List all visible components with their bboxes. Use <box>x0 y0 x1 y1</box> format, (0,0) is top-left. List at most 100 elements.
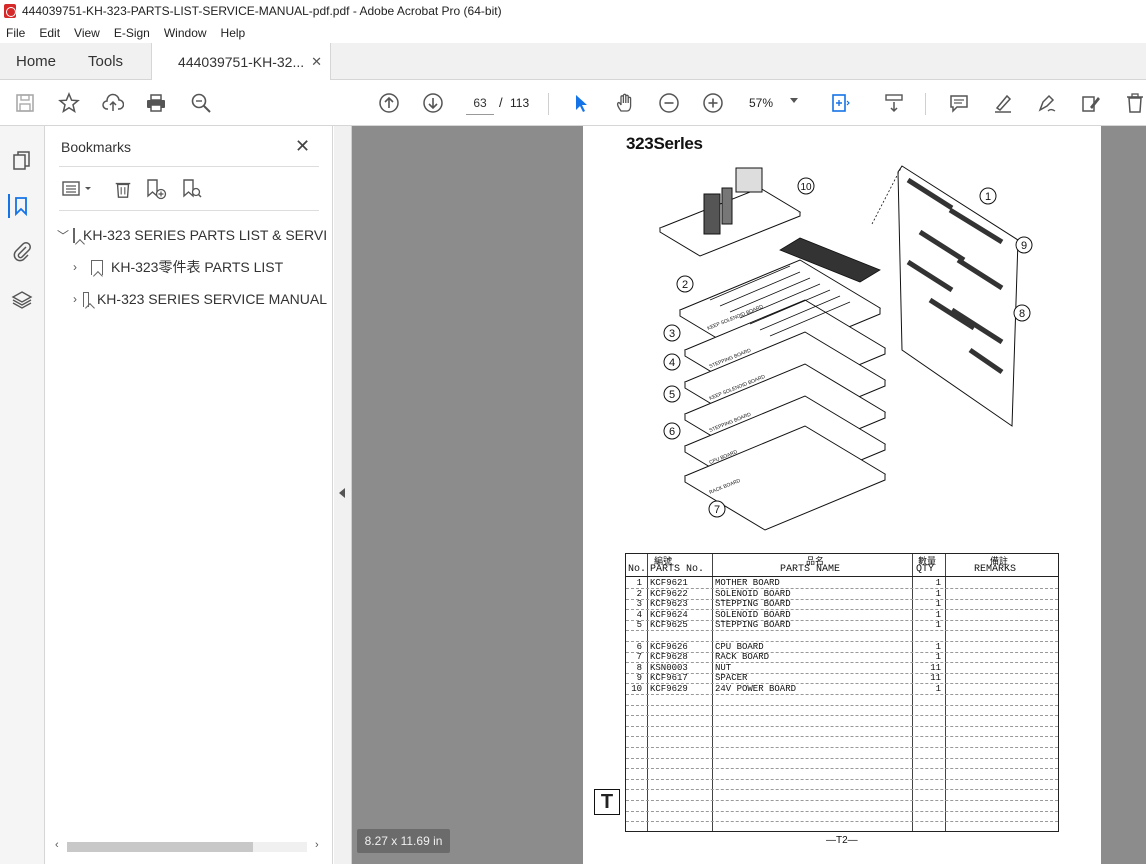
page-fit-icon[interactable] <box>828 91 852 115</box>
table-rule-line <box>626 736 1058 738</box>
tab-bar: Home Tools 444039751-KH-32... ✕ <box>0 43 1146 80</box>
sign-pen-icon[interactable] <box>1035 91 1059 115</box>
comment-icon[interactable] <box>947 91 971 115</box>
edit-pdf-icon[interactable] <box>1079 91 1103 115</box>
collapse-left-icon[interactable] <box>339 488 345 498</box>
header-remarks: REMARKS <box>974 564 1017 575</box>
cloud-upload-icon[interactable] <box>101 91 125 115</box>
zoom-out-icon[interactable] <box>657 91 681 115</box>
header-parts-name: PARTS NAME <box>780 564 841 575</box>
hand-tool-icon[interactable] <box>613 91 637 115</box>
bookmark-parts-list[interactable]: › KH-323零件表 PARTS LIST <box>73 256 327 278</box>
layers-icon[interactable] <box>10 288 34 312</box>
close-tab-icon[interactable]: ✕ <box>311 54 322 70</box>
highlight-pen-icon[interactable] <box>991 91 1015 115</box>
table-rule-line <box>626 651 1058 653</box>
save-icon[interactable] <box>13 91 37 115</box>
toolbar: 63 / 113 57% <box>0 80 1146 126</box>
close-panel-icon[interactable]: ✕ <box>295 136 310 157</box>
callout-8: 8 <box>1019 308 1025 320</box>
table-rule-line <box>626 715 1058 717</box>
bookmark-label: KH-323零件表 PARTS LIST <box>111 259 284 275</box>
table-rule-line <box>626 641 1058 642</box>
page-total: 113 <box>510 96 530 110</box>
table-rule-line <box>626 821 1058 823</box>
bookmark-icon <box>82 291 89 307</box>
table-rule-line <box>626 588 1058 589</box>
table-rule-line <box>626 789 1058 791</box>
callout-4: 4 <box>669 357 675 369</box>
previous-page-icon[interactable] <box>377 91 401 115</box>
zoom-level[interactable]: 57% <box>749 96 773 110</box>
scroll-right-arrow-icon[interactable]: › <box>315 839 319 851</box>
table-rule-line <box>626 609 1058 611</box>
menu-file[interactable]: File <box>6 26 25 40</box>
exploded-assembly-diagram: 1 2 3 4 5 6 7 8 9 10 KEEP SOLENOID BOARD… <box>658 165 1033 531</box>
new-bookmark-icon[interactable] <box>145 178 167 200</box>
callout-1: 1 <box>985 191 991 203</box>
table-rule-line <box>626 725 1058 727</box>
menu-window[interactable]: Window <box>164 26 207 40</box>
menu-view[interactable]: View <box>74 26 100 40</box>
scroll-left-arrow-icon[interactable]: ‹ <box>55 839 59 851</box>
panel-divider <box>59 166 319 167</box>
star-icon[interactable] <box>57 91 81 115</box>
callout-7: 7 <box>714 504 720 516</box>
delete-icon[interactable] <box>1123 91 1146 115</box>
title-bar: 444039751-KH-323-PARTS-LIST-SERVICE-MANU… <box>0 0 1146 22</box>
bookmarks-horizontal-scrollbar[interactable]: ‹ › <box>53 839 325 855</box>
zoom-search-icon[interactable] <box>189 91 213 115</box>
page-size-indicator: 8.27 x 11.69 in <box>357 829 450 853</box>
delete-bookmark-icon[interactable] <box>112 178 134 200</box>
zoom-in-icon[interactable] <box>701 91 725 115</box>
header-qty: QTY <box>916 564 935 575</box>
table-rule-line <box>626 768 1058 770</box>
tab-tools[interactable]: Tools <box>72 43 139 79</box>
tab-document[interactable]: 444039751-KH-32... ✕ <box>151 43 332 80</box>
zoom-dropdown-caret[interactable] <box>790 98 798 103</box>
chevron-right-icon[interactable]: › <box>73 260 87 274</box>
bookmark-root[interactable]: ﹀ KH-323 SERIES PARTS LIST & SERVICE MAN… <box>57 224 327 246</box>
window-title: 444039751-KH-323-PARTS-LIST-SERVICE-MANU… <box>22 4 502 18</box>
scrolling-mode-icon[interactable] <box>882 91 906 115</box>
table-rule-line <box>626 598 1058 600</box>
chevron-down-icon[interactable]: ﹀ <box>57 227 69 244</box>
chevron-right-icon[interactable]: › <box>73 292 79 306</box>
menu-edit[interactable]: Edit <box>39 26 60 40</box>
toolbar-divider-2 <box>925 93 926 115</box>
page-number-input[interactable]: 63 <box>466 91 494 115</box>
bookmark-label: KH-323 SERIES PARTS LIST & SERVICE MANUA… <box>83 227 327 243</box>
bookmarks-panel-title: Bookmarks <box>61 139 132 155</box>
table-rule-line <box>626 810 1058 812</box>
print-icon[interactable] <box>144 91 168 115</box>
find-bookmark-icon[interactable] <box>181 178 203 200</box>
table-rule-line <box>626 683 1058 685</box>
table-rule-line <box>626 704 1058 706</box>
table-rule-line <box>626 630 1058 632</box>
bookmark-label: KH-323 SERIES SERVICE MANUAL <box>96 291 327 307</box>
bookmark-service-manual[interactable]: › KH-323 SERIES SERVICE MANUAL <box>73 288 327 310</box>
section-mark: T <box>594 789 620 815</box>
attachments-icon[interactable] <box>10 240 34 264</box>
header-no: No. <box>628 564 647 575</box>
bookmarks-panel: Bookmarks ✕ ﹀ KH-323 SERIES PARTS LIST &… <box>45 126 333 864</box>
bookmarks-panel-icon[interactable] <box>8 194 32 218</box>
acrobat-pdf-icon <box>4 4 16 18</box>
page-thumbnails-icon[interactable] <box>10 148 34 172</box>
table-rule-line <box>626 619 1058 621</box>
menu-help[interactable]: Help <box>221 26 246 40</box>
callout-9: 9 <box>1021 240 1027 252</box>
panel-divider-2 <box>59 210 319 211</box>
table-rule-line <box>626 757 1058 759</box>
menu-esign[interactable]: E-Sign <box>114 26 150 40</box>
tab-home[interactable]: Home <box>0 43 72 79</box>
bookmark-icon <box>73 227 76 243</box>
scroll-thumb[interactable] <box>67 842 253 852</box>
next-page-icon[interactable] <box>421 91 445 115</box>
bookmark-options-menu-icon[interactable] <box>61 178 95 200</box>
select-cursor-icon[interactable] <box>569 91 593 115</box>
table-rule-line <box>626 672 1058 674</box>
table-rule-line <box>626 778 1058 780</box>
table-rule-line <box>626 694 1058 695</box>
panel-collapse-handle[interactable] <box>334 126 352 864</box>
